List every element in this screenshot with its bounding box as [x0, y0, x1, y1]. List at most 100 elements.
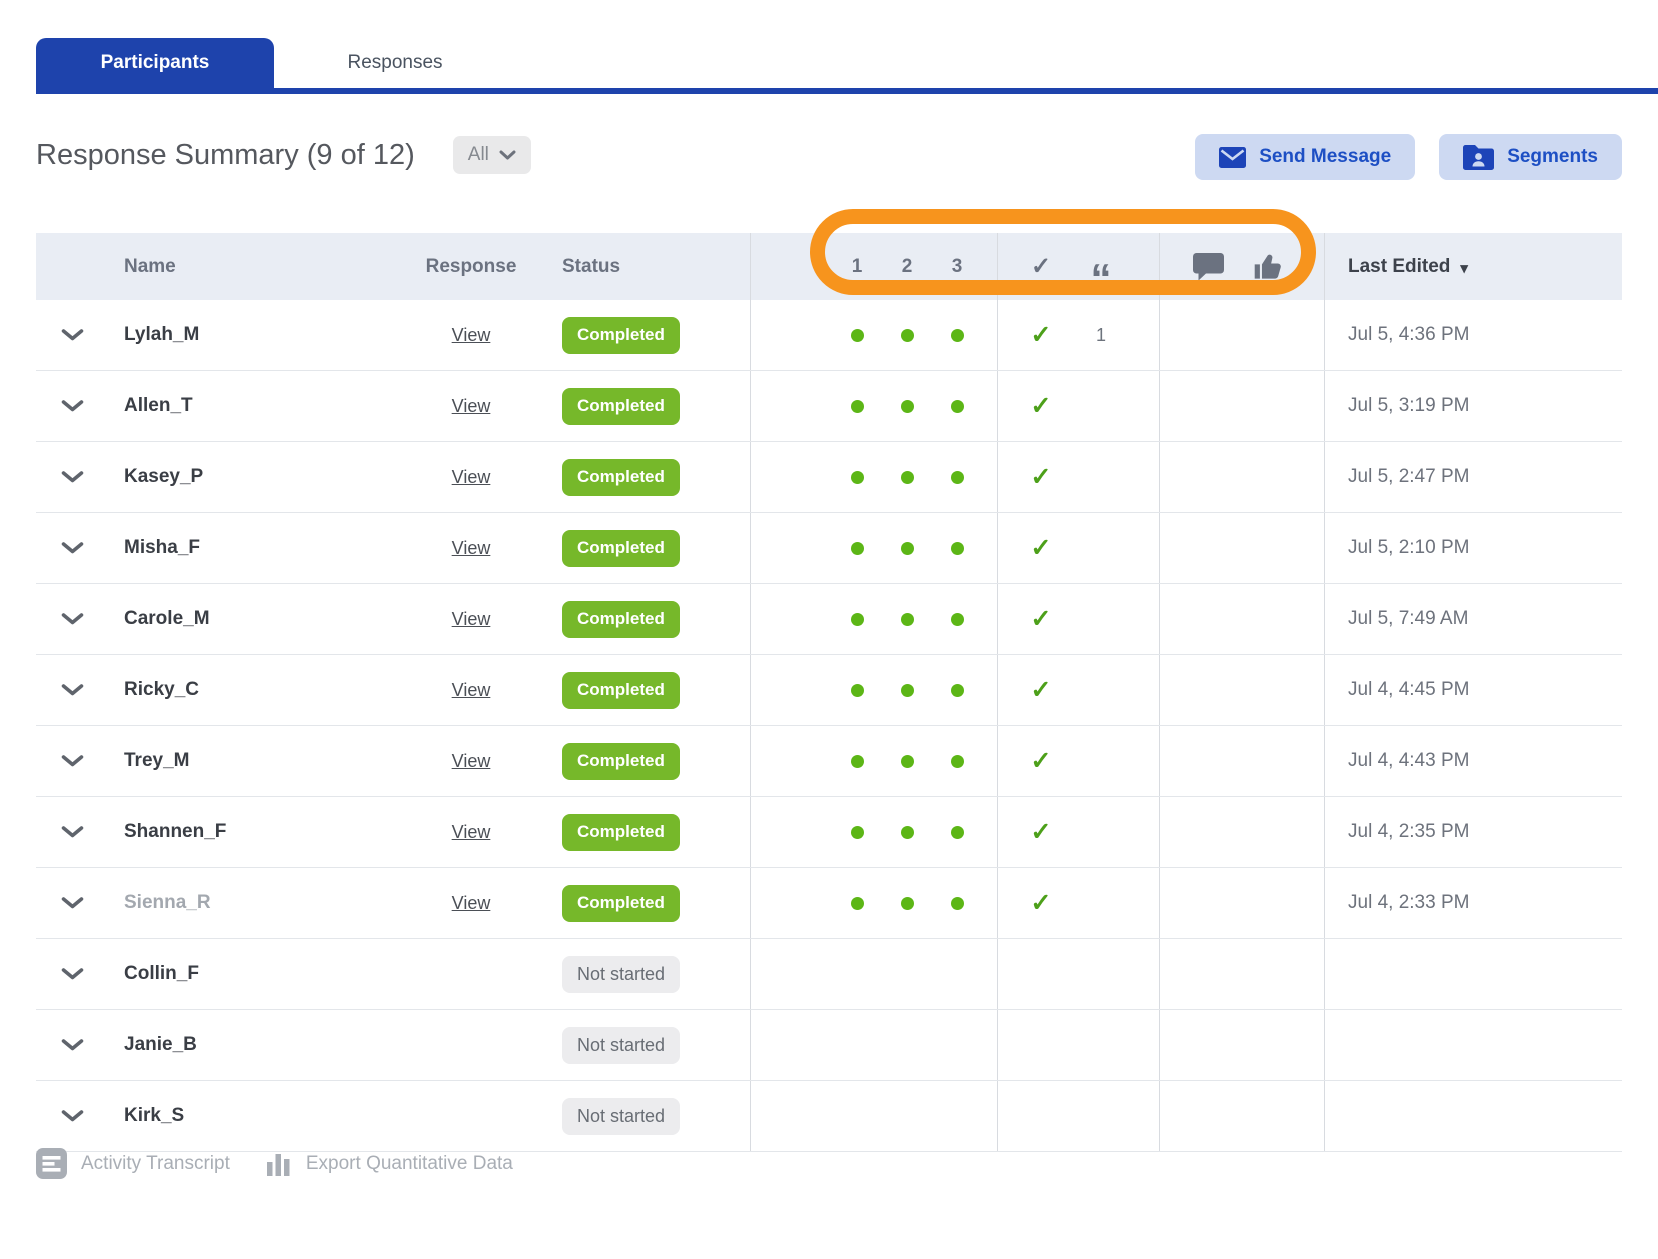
- table-row: Allen_T View Completed ✓ Jul 5, 3:19 PM: [36, 371, 1622, 442]
- completion-dot: [850, 399, 864, 413]
- row-expander[interactable]: [36, 584, 108, 654]
- export-quantitative-button[interactable]: Export Quantitative Data: [266, 1149, 513, 1179]
- status-badge: Completed: [562, 458, 680, 496]
- check-icon: ✓: [1030, 747, 1052, 775]
- segments-button[interactable]: Segments: [1439, 134, 1622, 180]
- status-badge: Not started: [562, 1026, 681, 1064]
- row-expander[interactable]: [36, 939, 108, 1009]
- row-expander[interactable]: [36, 1081, 108, 1151]
- check-icon: ✓: [1030, 818, 1052, 846]
- question-dots-cell: [750, 655, 997, 725]
- comment-thumbs-cell: [1159, 513, 1324, 583]
- view-response-link[interactable]: View: [452, 325, 491, 346]
- last-edited-value: Jul 5, 7:49 AM: [1348, 608, 1469, 629]
- row-expander[interactable]: [36, 868, 108, 938]
- activity-transcript-button[interactable]: Activity Transcript: [36, 1148, 230, 1179]
- export-quantitative-label: Export Quantitative Data: [305, 1152, 513, 1174]
- chevron-down-icon: [61, 897, 83, 909]
- completion-dot: [950, 470, 964, 484]
- tab-participants[interactable]: Participants: [36, 38, 274, 88]
- chevron-down-icon: [61, 826, 83, 838]
- last-edited-value: Jul 5, 3:19 PM: [1348, 395, 1470, 416]
- row-expander[interactable]: [36, 726, 108, 796]
- tab-participants-label: Participants: [100, 52, 210, 73]
- comment-thumbs-cell: [1159, 1081, 1324, 1151]
- filter-dropdown[interactable]: All: [452, 136, 531, 174]
- check-icon: ✓: [1030, 463, 1052, 491]
- last-edited-value: Jul 4, 2:35 PM: [1348, 821, 1470, 842]
- segments-label: Segments: [1507, 146, 1598, 167]
- check-quote-cell: ✓: [997, 442, 1159, 512]
- completion-dot: [950, 683, 964, 697]
- comment-icon: [1192, 252, 1224, 280]
- completion-dot: [850, 754, 864, 768]
- toolbar-actions: Send Message Segments: [1195, 134, 1622, 180]
- completion-dot: [850, 896, 864, 910]
- participant-name: Kirk_S: [124, 1105, 185, 1126]
- check-quote-cell: ✓: [997, 513, 1159, 583]
- view-response-link[interactable]: View: [452, 396, 491, 417]
- view-response-link[interactable]: View: [452, 822, 491, 843]
- participant-name: Misha_F: [124, 537, 201, 558]
- table-row: Kirk_S Not started: [36, 1081, 1622, 1152]
- row-expander[interactable]: [36, 442, 108, 512]
- row-expander[interactable]: [36, 1010, 108, 1080]
- header-last-edited[interactable]: Last Edited ▾: [1324, 233, 1622, 300]
- table-row: Lylah_M View Completed ✓ 1 Jul 5, 4:36 P…: [36, 300, 1622, 371]
- question-dots-cell: [750, 726, 997, 796]
- tab-responses[interactable]: Responses: [274, 38, 516, 88]
- header-question-3: 3: [951, 255, 963, 277]
- completion-dot: [950, 541, 964, 555]
- question-dots-cell: [750, 1081, 997, 1151]
- comment-thumbs-cell: [1159, 797, 1324, 867]
- title-row: Response Summary (9 of 12) All: [36, 136, 531, 174]
- status-badge: Completed: [562, 529, 680, 567]
- view-response-link[interactable]: View: [452, 751, 491, 772]
- check-icon: ✓: [1030, 676, 1052, 704]
- row-expander[interactable]: [36, 300, 108, 370]
- status-badge: Completed: [562, 884, 680, 922]
- check-icon: ✓: [1030, 605, 1052, 633]
- check-icon: ✓: [1030, 534, 1052, 562]
- participant-name: Collin_F: [124, 963, 199, 984]
- row-expander[interactable]: [36, 513, 108, 583]
- participant-name: Trey_M: [124, 750, 190, 771]
- status-badge: Completed: [562, 671, 680, 709]
- row-expander[interactable]: [36, 655, 108, 725]
- completion-dot: [900, 541, 914, 555]
- participant-name: Janie_B: [124, 1034, 197, 1055]
- check-quote-cell: ✓: [997, 797, 1159, 867]
- table-body: Lylah_M View Completed ✓ 1 Jul 5, 4:36 P…: [36, 300, 1622, 1152]
- completion-dot: [900, 825, 914, 839]
- completion-dot: [900, 754, 914, 768]
- view-response-link[interactable]: View: [452, 538, 491, 559]
- check-quote-cell: [997, 1081, 1159, 1151]
- check-quote-cell: ✓: [997, 371, 1159, 441]
- view-response-link[interactable]: View: [452, 609, 491, 630]
- completion-dot: [850, 683, 864, 697]
- chevron-down-icon: [61, 542, 83, 554]
- comment-thumbs-cell: [1159, 868, 1324, 938]
- table-row: Kasey_P View Completed ✓ Jul 5, 2:47 PM: [36, 442, 1622, 513]
- view-response-link[interactable]: View: [452, 467, 491, 488]
- question-dots-cell: [750, 939, 997, 1009]
- question-dots-cell: [750, 868, 997, 938]
- comment-thumbs-cell: [1159, 939, 1324, 1009]
- header-question-1: 1: [851, 255, 863, 277]
- row-expander[interactable]: [36, 371, 108, 441]
- row-expander[interactable]: [36, 797, 108, 867]
- comment-thumbs-cell: [1159, 442, 1324, 512]
- chevron-down-icon: [61, 1039, 83, 1051]
- check-quote-cell: ✓: [997, 726, 1159, 796]
- header-expander-spacer: [36, 233, 108, 300]
- view-response-link[interactable]: View: [452, 893, 491, 914]
- completion-dot: [850, 612, 864, 626]
- send-message-button[interactable]: Send Message: [1195, 134, 1416, 180]
- table-row: Sienna_R View Completed ✓ Jul 4, 2:33 PM: [36, 868, 1622, 939]
- view-response-link[interactable]: View: [452, 680, 491, 701]
- comment-thumbs-cell: [1159, 300, 1324, 370]
- participant-name: Carole_M: [124, 608, 210, 629]
- last-edited-value: Jul 4, 4:43 PM: [1348, 750, 1470, 771]
- completion-dot: [850, 541, 864, 555]
- tab-responses-label: Responses: [347, 52, 443, 73]
